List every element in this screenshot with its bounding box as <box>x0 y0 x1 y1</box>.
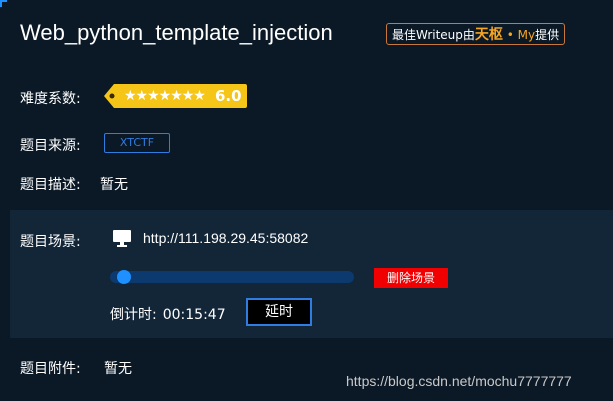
scene-url-link[interactable]: http://111.198.29.45:58082 <box>143 230 308 246</box>
countdown-label: 倒计时: <box>110 307 157 323</box>
countdown: 倒计时: 00:15:47 <box>110 304 226 324</box>
scene-label: 题目场景: <box>20 234 81 250</box>
delete-scene-button[interactable]: 删除场景 <box>374 268 448 288</box>
difficulty-tag: ★★★★★★★ 6.0 <box>104 83 248 109</box>
difficulty-stars: ★★★★★★★ <box>124 88 206 104</box>
writeup-badge-suffix: 提供 <box>535 28 560 42</box>
best-writeup-badge[interactable]: 最佳Writeup由天枢 • My提供 <box>386 23 566 45</box>
writeup-badge-prefix: 最佳Writeup由 <box>392 28 475 42</box>
difficulty-rating: 6.0 <box>215 87 242 105</box>
corner-marker <box>0 0 7 7</box>
progress-knob <box>116 270 131 284</box>
challenge-title: Web_python_template_injection <box>20 20 333 45</box>
difficulty-label: 难度系数: <box>20 91 81 107</box>
source-label: 题目来源: <box>20 138 81 154</box>
source-tag[interactable]: XTCTF <box>104 133 170 153</box>
writeup-sub-author[interactable]: My <box>518 28 535 42</box>
extend-time-button[interactable]: 延时 <box>246 298 312 326</box>
description-label: 题目描述: <box>20 177 81 193</box>
watermark-text: https://blog.csdn.net/mochu7777777 <box>346 373 572 389</box>
writeup-author[interactable]: 天枢 <box>475 27 503 43</box>
writeup-separator: • <box>506 28 514 42</box>
scene-progress-bar <box>110 270 354 284</box>
monitor-icon <box>113 230 131 247</box>
description-value: 暂无 <box>100 177 128 193</box>
attachment-value: 暂无 <box>104 361 132 377</box>
challenge-detail-page: Web_python_template_injection 最佳Writeup由… <box>0 0 613 401</box>
attachment-label: 题目附件: <box>20 361 81 377</box>
countdown-value: 00:15:47 <box>162 307 226 323</box>
